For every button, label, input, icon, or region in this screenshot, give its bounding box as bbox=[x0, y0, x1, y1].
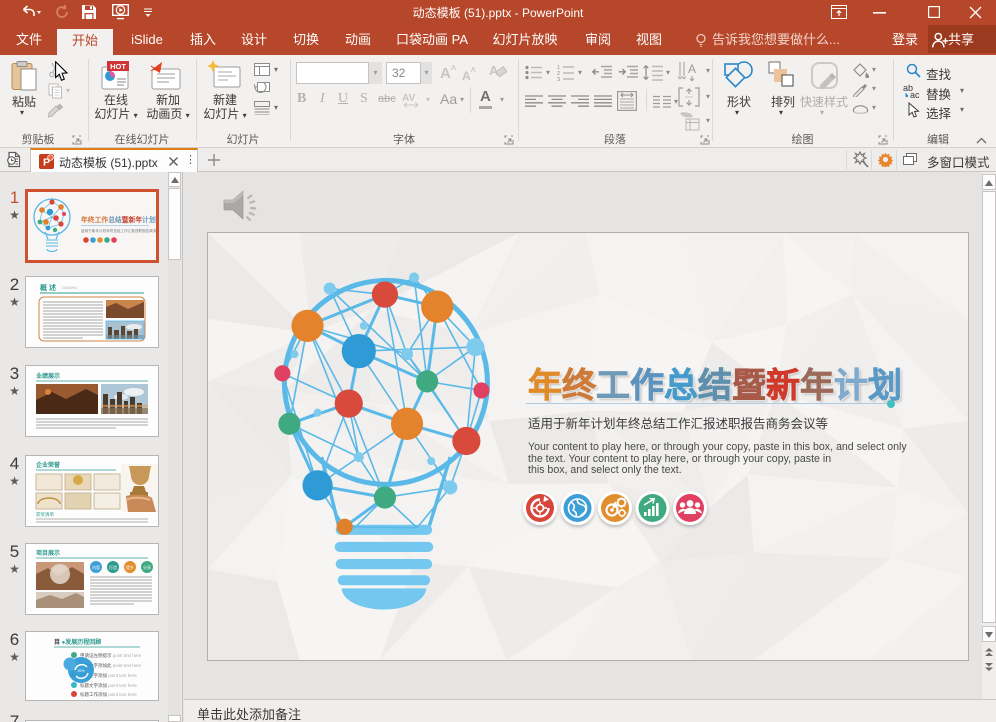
svg-text:打造: 打造 bbox=[109, 564, 117, 570]
svg-text:HOT: HOT bbox=[110, 62, 126, 71]
svg-text:年终工作总结暨新年计划: 年终工作总结暨新年计划 bbox=[81, 215, 156, 224]
svg-text:A: A bbox=[688, 62, 696, 76]
svg-text:目 ●发展历程回顾: 目 ●发展历程回顾 bbox=[54, 638, 101, 646]
svg-text:获奖清单: 获奖清单 bbox=[36, 511, 54, 518]
svg-text:企业荣誉: 企业荣誉 bbox=[35, 461, 61, 469]
svg-text:分享: 分享 bbox=[143, 564, 151, 570]
svg-text:提升: 提升 bbox=[126, 564, 134, 570]
svg-text:3: 3 bbox=[557, 77, 560, 81]
svg-text:ac: ac bbox=[910, 90, 920, 99]
svg-text:适用于新年计划年终总结工作汇报述职报告商务会议等: 适用于新年计划年终总结工作汇报述职报告商务会议等 bbox=[81, 228, 156, 233]
svg-text:概 述: 概 述 bbox=[40, 283, 56, 292]
svg-text:标题文字添加 point text here: 标题文字添加 point text here bbox=[80, 682, 137, 689]
svg-text:项目展示: 项目展示 bbox=[36, 549, 60, 557]
svg-text:25%: 25% bbox=[77, 669, 84, 673]
svg-text:业绩展示: 业绩展示 bbox=[36, 372, 60, 380]
svg-text:AV: AV bbox=[402, 93, 415, 104]
svg-text:内容: 内容 bbox=[92, 564, 100, 570]
svg-text:GAISHU: GAISHU bbox=[62, 285, 77, 290]
svg-text:标题工作添加 point text here: 标题工作添加 point text here bbox=[80, 691, 137, 698]
svg-text:申请证左侧提示 point text here: 申请证左侧提示 point text here bbox=[80, 652, 142, 659]
